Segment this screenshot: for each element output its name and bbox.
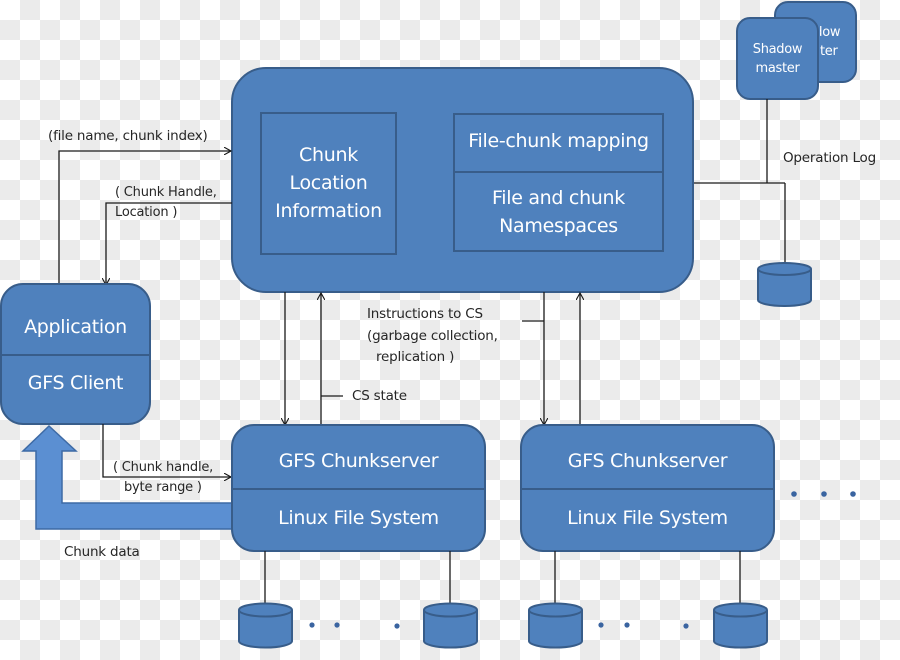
shadow-master-front-line1: Shadow — [752, 42, 803, 57]
instructions-line3: replication ) — [376, 349, 455, 365]
namespaces-label: File and chunk Namespaces — [454, 184, 663, 240]
instructions-line1: Instructions to CS — [367, 306, 483, 322]
chunk-handle-byte-range-label: ( Chunk handle, byte range ) — [113, 458, 213, 498]
chunk-location-line2: Location — [289, 172, 368, 194]
file-name-chunk-index-label: (file name, chunk index) — [48, 128, 208, 144]
cs2-disk-right-icon — [713, 602, 768, 649]
chunk-handle-byte-range-line2: byte range ) — [124, 480, 202, 495]
cs-state-label: CS state — [352, 388, 407, 404]
shadow-master-front-line2: master — [755, 61, 800, 76]
file-chunk-mapping-label: File-chunk mapping — [468, 130, 649, 152]
operation-log-label: Operation Log — [783, 150, 876, 166]
client-application-label: Application — [24, 316, 127, 338]
chunkserver-2-fs-label: Linux File System — [567, 507, 728, 529]
chunk-handle-location-label: ( Chunk Handle, Location ) — [115, 183, 217, 223]
cs2-disk-ellipsis — [598, 622, 689, 629]
namespaces-line1: File and chunk — [492, 187, 625, 209]
chunk-handle-location-line1: ( Chunk Handle, — [115, 185, 217, 200]
chunk-location-line1: Chunk — [299, 144, 358, 166]
operation-log-disk-icon — [757, 262, 812, 307]
chunk-data-label: Chunk data — [64, 544, 140, 560]
cs1-disk-right-icon — [423, 602, 478, 649]
chunkserver-1-fs-label: Linux File System — [278, 507, 439, 529]
client-gfs-client-label: GFS Client — [27, 372, 124, 394]
more-chunkservers-ellipsis — [791, 491, 856, 497]
chunk-location-label: Chunk Location Information — [261, 141, 396, 225]
shadow-master-front-label: Shadow master — [737, 40, 818, 78]
chunk-handle-byte-range-line1: ( Chunk handle, — [113, 460, 214, 475]
cs1-disk-left-icon — [238, 602, 293, 649]
namespaces-line2: Namespaces — [499, 215, 618, 237]
instructions-label: Instructions to CS (garbage collection, … — [367, 304, 498, 369]
cs1-disk-ellipsis — [309, 622, 400, 629]
cs2-disk-left-icon — [528, 602, 583, 649]
chunk-location-line3: Information — [275, 200, 382, 222]
chunk-handle-location-line2: Location ) — [115, 205, 178, 220]
instructions-line2: (garbage collection, — [367, 327, 498, 344]
chunkserver-1-label: GFS Chunkserver — [278, 450, 439, 472]
chunkserver-2-label: GFS Chunkserver — [567, 450, 728, 472]
